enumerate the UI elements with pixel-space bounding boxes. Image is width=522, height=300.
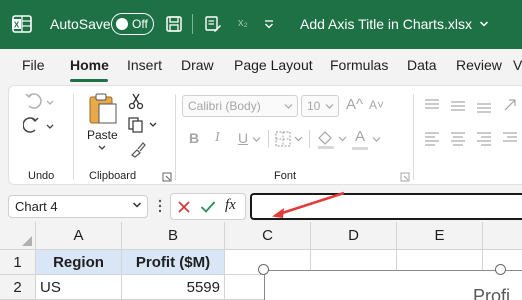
column-header-b[interactable]: B [122, 222, 225, 250]
undo-icon[interactable] [23, 92, 57, 112]
chevron-down-icon [284, 104, 293, 109]
vertical-align-icons[interactable] [423, 96, 522, 114]
underline-button[interactable]: U [238, 130, 248, 146]
horizontal-align-icons[interactable] [423, 130, 522, 148]
arrow-annotation-icon [272, 191, 345, 218]
excel-logo-icon[interactable]: X [12, 14, 32, 34]
shrink-font-button[interactable]: A˅ [369, 98, 384, 112]
group-label-undo: Undo [28, 170, 55, 182]
font-color-dropdown-icon[interactable] [372, 136, 381, 143]
copy-icon[interactable] [127, 116, 161, 134]
chevron-down-icon[interactable] [132, 200, 142, 210]
paste-dropdown-icon[interactable] [97, 144, 107, 152]
italic-button[interactable]: I [215, 130, 220, 146]
tab-insert[interactable]: Insert [127, 57, 162, 73]
tab-formulas[interactable]: Formulas [330, 57, 388, 73]
bold-button[interactable]: B [189, 130, 199, 146]
row-header-1[interactable]: 1 [0, 250, 36, 275]
underline-dropdown-icon[interactable] [252, 136, 261, 143]
font-size-value: 10 [307, 99, 321, 113]
autosave-label: AutoSave [50, 16, 111, 32]
chart-resize-handle-top-middle[interactable] [495, 264, 506, 275]
font-name-combo[interactable]: Calibri (Body) [182, 95, 298, 117]
tab-data[interactable]: Data [407, 57, 437, 73]
autosave-toggle[interactable]: Off [111, 13, 154, 35]
tab-draw[interactable]: Draw [181, 57, 214, 73]
paste-icon[interactable] [85, 92, 119, 124]
name-box[interactable]: Chart 4 [8, 195, 148, 218]
more-options-icon[interactable] [157, 198, 163, 214]
font-color-button[interactable]: A [355, 128, 365, 145]
cell-a2[interactable]: US [36, 275, 122, 300]
group-label-clipboard: Clipboard [89, 170, 137, 182]
font-separator [268, 130, 269, 148]
ribbon: Undo Paste Clipboard Calibri (Body) 10 A… [0, 83, 522, 189]
cell-b1[interactable]: Profit ($M) [122, 250, 225, 275]
borders-icon[interactable] [274, 130, 304, 148]
cut-icon[interactable] [127, 92, 145, 110]
tab-review[interactable]: Review [456, 57, 502, 73]
clipboard-launcher-icon[interactable] [162, 172, 172, 182]
column-header-a[interactable]: A [36, 222, 122, 250]
cell-b2[interactable]: 5599 [122, 275, 225, 300]
column-header-e[interactable]: E [397, 222, 483, 250]
svg-text:X: X [14, 20, 20, 29]
font-launcher-icon[interactable] [400, 172, 410, 182]
confirm-icon[interactable] [200, 200, 216, 214]
toggle-state-label: Off [132, 17, 148, 31]
group-separator [413, 94, 414, 180]
group-separator [175, 94, 176, 180]
column-header-d[interactable]: D [311, 222, 397, 250]
row-header-2[interactable]: 2 [0, 275, 36, 300]
fill-color-icon[interactable] [315, 128, 347, 150]
font-separator [309, 130, 310, 148]
ribbon-panel: Undo Paste Clipboard Calibri (Body) 10 A… [8, 85, 522, 185]
font-name-value: Calibri (Body) [188, 99, 261, 113]
select-all-corner[interactable] [0, 222, 36, 250]
chevron-down-icon [325, 104, 334, 109]
font-color-swatch [352, 147, 368, 150]
formula-buttons: fx [170, 193, 246, 220]
titlebar-separator [192, 14, 193, 34]
group-label-font: Font [274, 170, 297, 182]
select-all-icon [22, 236, 32, 246]
redo-icon[interactable] [23, 116, 57, 136]
save-icon[interactable] [165, 15, 183, 33]
chart-resize-handle-top-left[interactable] [258, 264, 269, 275]
column-header-f[interactable] [483, 222, 522, 250]
column-header-c[interactable]: C [225, 222, 311, 250]
subscript-icon[interactable]: x₂ [238, 17, 256, 35]
cell-a1[interactable]: Region [36, 250, 122, 275]
format-painter-icon[interactable] [129, 140, 147, 158]
group-separator [73, 94, 74, 180]
ribbon-tabs: File Home Insert Draw Page Layout Formul… [0, 49, 522, 83]
toggle-knob [116, 17, 128, 30]
insert-function-button[interactable]: fx [225, 197, 236, 214]
document-title[interactable]: Add Axis Title in Charts.xlsx [300, 16, 489, 32]
active-tab-indicator [70, 79, 108, 82]
paste-label[interactable]: Paste [87, 128, 118, 142]
customize-toolbar-icon[interactable] [262, 17, 276, 31]
tab-file[interactable]: File [22, 57, 45, 73]
name-box-value: Chart 4 [15, 199, 58, 214]
chart-area[interactable]: Profi [264, 270, 522, 300]
cancel-icon[interactable] [177, 200, 191, 214]
title-bar: X AutoSave Off x₂ Add Axis Title in Char… [0, 0, 522, 49]
form-edit-icon[interactable] [204, 15, 222, 33]
font-size-combo[interactable]: 10 [301, 95, 339, 117]
chart-title[interactable]: Profi [473, 286, 510, 300]
tab-view[interactable]: V [513, 57, 522, 73]
tab-home[interactable]: Home [70, 57, 109, 73]
document-title-text: Add Axis Title in Charts.xlsx [300, 16, 472, 32]
grow-font-button[interactable]: A^ [346, 96, 363, 113]
tab-page-layout[interactable]: Page Layout [234, 57, 313, 73]
chevron-down-icon [479, 21, 488, 27]
